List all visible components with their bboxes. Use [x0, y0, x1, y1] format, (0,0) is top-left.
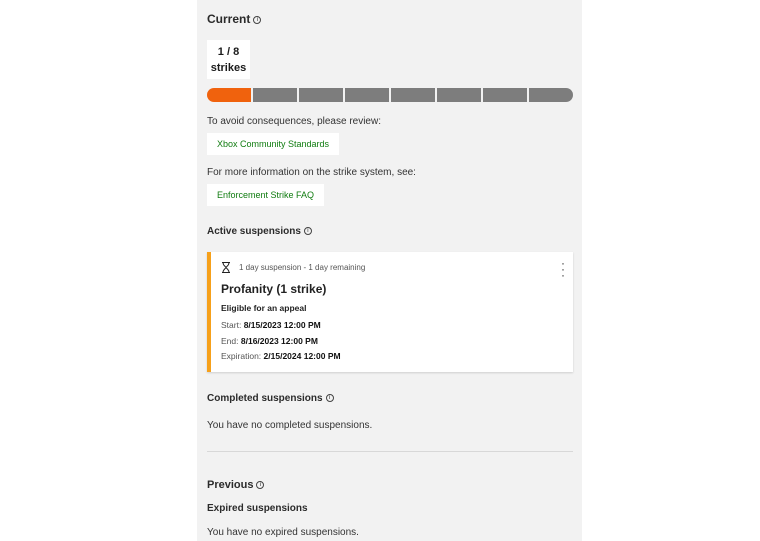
- active-suspensions-label: Active suspensions: [207, 226, 301, 237]
- end-date: 8/16/2023 12:00 PM: [240, 336, 318, 346]
- community-standards-link[interactable]: Xbox Community Standards: [207, 133, 340, 155]
- expiration-row: Expiration: 2/15/2024 12:00 PM: [221, 351, 341, 361]
- expiration-date: 2/15/2024 12:00 PM: [263, 351, 341, 361]
- strike-segment: [207, 88, 251, 102]
- strike-faq-link[interactable]: Enforcement Strike FAQ: [207, 184, 325, 206]
- start-row: Start: 8/15/2023 12:00 PM: [221, 320, 321, 330]
- strike-segment: [253, 88, 297, 102]
- strike-count-box: 1 / 8 strikes: [207, 40, 250, 79]
- divider: [207, 451, 573, 452]
- more-options-icon[interactable]: · · ·: [561, 257, 565, 281]
- info-icon[interactable]: i: [256, 481, 265, 489]
- current-heading: Current i: [207, 12, 262, 26]
- strike-segment: [345, 88, 389, 102]
- completed-suspensions-label: Completed suspensions: [207, 393, 323, 404]
- strikes-panel: Current i 1 / 8 strikes To avoid conseque…: [197, 0, 582, 541]
- strike-count: 1 / 8: [217, 46, 240, 58]
- strike-segment: [299, 88, 343, 102]
- hourglass-icon: [222, 262, 230, 273]
- previous-heading: Previous i: [207, 479, 265, 491]
- faq-prompt: For more information on the strike syste…: [207, 167, 416, 178]
- review-prompt: To avoid consequences, please review:: [207, 116, 381, 127]
- suspension-duration: 1 day suspension - 1 day remaining: [239, 263, 366, 272]
- strike-segment: [483, 88, 527, 102]
- info-icon[interactable]: i: [325, 394, 334, 402]
- start-label: Start:: [221, 320, 242, 330]
- strike-segment: [529, 88, 573, 102]
- previous-heading-label: Previous: [207, 479, 254, 491]
- suspension-duration-row: 1 day suspension - 1 day remaining: [221, 262, 365, 273]
- info-icon[interactable]: i: [253, 16, 262, 24]
- expiration-label: Expiration:: [221, 351, 262, 361]
- suspension-title: Profanity (1 strike): [221, 282, 327, 296]
- current-heading-label: Current: [207, 12, 251, 26]
- strike-label: strikes: [210, 62, 247, 74]
- end-row: End: 8/16/2023 12:00 PM: [221, 336, 318, 346]
- suspension-card: 1 day suspension - 1 day remaining · · · P…: [207, 252, 573, 372]
- expired-suspensions-heading: Expired suspensions: [207, 503, 308, 514]
- appeal-status: Eligible for an appeal: [221, 303, 307, 313]
- start-date: 8/15/2023 12:00 PM: [243, 320, 321, 330]
- strike-segment: [437, 88, 481, 102]
- end-label: End:: [221, 336, 239, 346]
- expired-empty-text: You have no expired suspensions.: [207, 527, 359, 538]
- completed-empty-text: You have no completed suspensions.: [207, 420, 373, 431]
- strike-segment: [391, 88, 435, 102]
- info-icon[interactable]: i: [303, 227, 312, 235]
- completed-suspensions-heading: Completed suspensions i: [207, 393, 334, 404]
- active-suspensions-heading: Active suspensions i: [207, 226, 312, 237]
- strike-progress-bar: [207, 88, 573, 102]
